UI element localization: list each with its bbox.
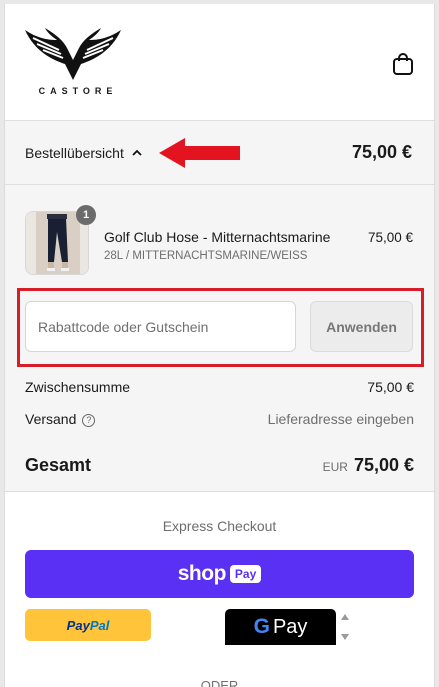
subtotal-label: Zwischensumme <box>25 379 131 395</box>
google-pay-label: Pay <box>272 615 308 638</box>
total-currency: EUR <box>322 460 348 474</box>
castore-logo[interactable]: CASTORE <box>23 24 127 96</box>
subtotal-row: Zwischensumme 75,00 € <box>25 379 414 395</box>
order-summary-label: Bestellübersicht <box>25 145 124 161</box>
total-amount: EUR 75,00 € <box>323 455 414 476</box>
order-details: 1 Golf Club Hose - Mitternachtsmarine 28… <box>5 185 434 492</box>
wings-logo-icon <box>25 28 121 80</box>
order-summary-bar: Bestellübersicht 75,00 € <box>5 121 434 185</box>
shipping-value: Lieferadresse eingeben <box>267 411 414 427</box>
shop-pay-button[interactable]: shop Pay <box>25 550 414 598</box>
checkout-frame: CASTORE Bestellübersicht 75,00 € 1 Golf … <box>4 4 435 687</box>
shop-pay-logo: shop <box>177 562 227 585</box>
express-checkout-title: Express Checkout <box>162 518 277 534</box>
help-circle-icon[interactable]: ? <box>82 414 96 427</box>
header: CASTORE <box>5 4 434 121</box>
total-row: Gesamt EUR 75,00 € <box>25 455 414 476</box>
product-name: Golf Club Hose - Mitternachtsmarine <box>104 229 331 245</box>
shopping-bag-icon[interactable] <box>392 52 414 76</box>
discount-code-input[interactable] <box>25 301 296 352</box>
shop-pay-pill: Pay <box>229 565 262 583</box>
paypal-button[interactable]: PayPal <box>25 609 151 641</box>
shipping-label: Versand <box>25 411 77 427</box>
total-label: Gesamt <box>25 455 92 475</box>
google-pay-button[interactable]: G Pay <box>225 609 336 645</box>
product-variant: 28L / MITTERNACHTSMARINE/WEISS <box>104 250 308 262</box>
order-summary-toggle[interactable]: Bestellübersicht <box>25 145 142 161</box>
subtotal-value: 75,00 € <box>367 379 414 395</box>
paypal-logo-pay: Pay <box>66 617 90 633</box>
google-g-icon: G <box>253 615 270 638</box>
total-value: 75,00 € <box>353 455 414 475</box>
shipping-row: Versand? Lieferadresse eingeben <box>25 411 414 427</box>
product-price: 75,00 € <box>367 230 413 245</box>
cart-line-item: 1 Golf Club Hose - Mitternachtsmarine 28… <box>25 205 415 277</box>
quantity-badge: 1 <box>76 205 96 225</box>
chevron-up-icon <box>132 149 142 156</box>
red-arrow-annotation <box>159 138 240 168</box>
or-divider-label: ODER <box>200 678 239 687</box>
apply-discount-button[interactable]: Anwenden <box>310 301 413 352</box>
brand-name: CASTORE <box>38 86 118 96</box>
paypal-logo-pal: Pal <box>89 617 110 633</box>
scroll-arrows-icon[interactable] <box>340 612 350 642</box>
summary-total: 75,00 € <box>351 142 412 162</box>
